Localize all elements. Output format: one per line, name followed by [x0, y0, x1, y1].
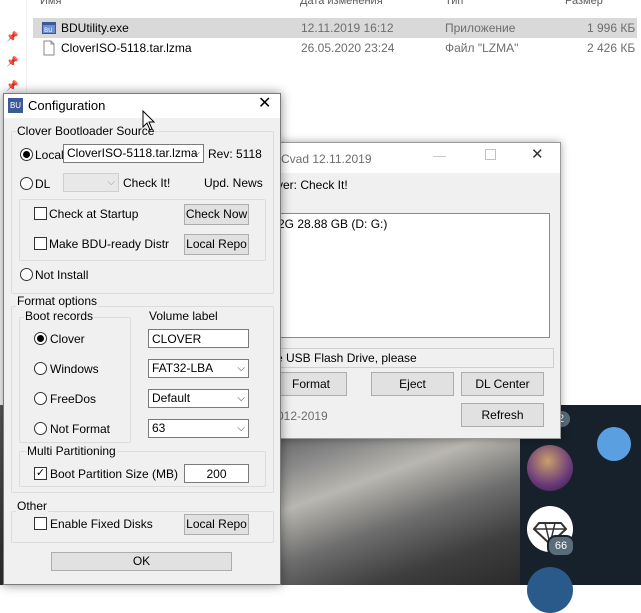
- local-label: Local: [35, 148, 64, 162]
- local-repo-button-2[interactable]: Local Repo: [184, 514, 249, 535]
- boot-freedos-radio[interactable]: [34, 392, 47, 405]
- alignment-value: Default: [152, 391, 191, 405]
- file-row[interactable]: BU BDUtility.exe 12.11.2019 16:12 Прилож…: [33, 18, 637, 38]
- app-icon: BU: [8, 98, 23, 113]
- close-icon[interactable]: ✕: [258, 96, 271, 112]
- column-header-type[interactable]: Тип: [445, 0, 463, 8]
- configuration-dialog: BU Configuration ✕ Clover Bootloader Sou…: [3, 93, 281, 585]
- pin-icon: 📌: [6, 81, 19, 92]
- file-type: Приложение: [445, 21, 516, 35]
- dl-radio[interactable]: [20, 177, 33, 190]
- file-date: 12.11.2019 16:12: [301, 21, 394, 35]
- status-hint: e USB Flash Drive, please: [276, 351, 417, 365]
- pin-icon: 📌: [6, 57, 19, 68]
- eject-button[interactable]: Eject: [371, 372, 454, 396]
- check-it-link[interactable]: Check It!: [123, 176, 170, 190]
- check-now-button[interactable]: Check Now: [184, 204, 249, 225]
- format-button[interactable]: Format: [275, 372, 347, 396]
- dl-center-button[interactable]: DL Center: [461, 372, 544, 396]
- refresh-button[interactable]: Refresh: [461, 403, 544, 427]
- mouse-cursor-icon: [142, 110, 156, 131]
- column-header-name[interactable]: Имя: [40, 0, 61, 8]
- make-bdu-label: Make BDU-ready Distr: [49, 237, 170, 251]
- boot-records-label: Boot records: [24, 309, 95, 323]
- drive-list-item[interactable]: 2G 28.88 GB (D: G:): [278, 217, 387, 231]
- not-install-label: Not Install: [35, 268, 89, 282]
- multi-partitioning-label: Multi Partitioning: [26, 444, 117, 458]
- file-row[interactable]: CloverISO-5118.tar.lzma 26.05.2020 23:24…: [33, 38, 637, 58]
- file-date: 26.05.2020 23:24: [301, 41, 395, 55]
- copyright-text: 012-2019: [277, 409, 328, 423]
- filesystem-select[interactable]: FAT32-LBA ⌵: [148, 359, 249, 378]
- filesystem-value: FAT32-LBA: [152, 361, 214, 375]
- heads-select[interactable]: 63 ⌵: [148, 419, 249, 438]
- boot-windows-label: Windows: [50, 362, 99, 376]
- dl-label: DL: [35, 177, 51, 191]
- ok-button[interactable]: OK: [51, 552, 232, 571]
- status-bar: e USB Flash Drive, please: [275, 348, 554, 368]
- local-repo-button[interactable]: Local Repo: [184, 234, 249, 255]
- bdutility-main-window: Cvad 12.11.2019 — ✕ ver: Check It! 2G 28…: [275, 142, 561, 439]
- boot-partition-checkbox[interactable]: ✓: [34, 467, 47, 480]
- format-options-label: Format options: [16, 294, 99, 308]
- close-icon[interactable]: ✕: [531, 147, 544, 162]
- window-titlebar: Cvad 12.11.2019 — ✕: [277, 143, 560, 173]
- chevron-down-icon: ⌵: [192, 148, 200, 159]
- boot-partition-size-input[interactable]: 200: [184, 464, 249, 483]
- boot-clover-radio[interactable]: [34, 332, 47, 345]
- version-status: ver: Check It!: [277, 178, 348, 192]
- window-title: Cvad 12.11.2019: [281, 152, 372, 166]
- volume-label-caption: Volume label: [149, 309, 218, 323]
- enable-fixed-disks-label: Enable Fixed Disks: [50, 517, 153, 531]
- heads-value: 63: [152, 421, 166, 435]
- check-at-startup-checkbox[interactable]: [34, 207, 47, 220]
- dl-version-select[interactable]: ⌵: [63, 173, 119, 192]
- check-at-startup-label: Check at Startup: [49, 207, 139, 221]
- boot-not-format-radio[interactable]: [34, 422, 47, 435]
- alignment-select[interactable]: Default ⌵: [148, 389, 249, 408]
- chat-avatar[interactable]: [527, 567, 573, 613]
- boot-not-format-label: Not Format: [50, 422, 111, 436]
- boot-freedos-label: FreeDos: [50, 392, 97, 406]
- column-header-size[interactable]: Размер: [565, 0, 603, 8]
- svg-text:BU: BU: [44, 27, 53, 34]
- source-group-label: Clover Bootloader Source: [16, 124, 156, 138]
- boot-partition-label: Boot Partition Size (MB): [50, 467, 179, 481]
- file-name: BDUtility.exe: [61, 21, 129, 35]
- local-file-select[interactable]: CloverISO-5118.tar.lzma ⌵: [63, 144, 204, 163]
- chevron-down-icon: ⌵: [237, 363, 245, 374]
- profile-avatar[interactable]: [597, 427, 631, 461]
- column-header-date[interactable]: Дата изменения: [300, 0, 383, 8]
- local-file-value: CloverISO-5118.tar.lzma: [67, 146, 198, 160]
- upd-news-link[interactable]: Upd. News: [204, 176, 263, 190]
- document-file-icon: [43, 40, 55, 56]
- chevron-down-icon: ⌵: [107, 177, 115, 188]
- drive-list[interactable]: 2G 28.88 GB (D: G:): [275, 213, 550, 338]
- chevron-down-icon: ⌵: [237, 423, 245, 434]
- other-group-label: Other: [16, 499, 49, 513]
- file-name: CloverISO-5118.tar.lzma: [61, 41, 192, 55]
- maximize-icon[interactable]: [485, 149, 496, 160]
- minimize-icon[interactable]: —: [433, 149, 446, 163]
- pin-icon: 📌: [6, 32, 19, 43]
- chat-avatar[interactable]: [527, 445, 573, 491]
- exe-file-icon: BU: [42, 22, 56, 34]
- revision-label: Rev: 5118: [208, 147, 262, 161]
- enable-fixed-disks-checkbox[interactable]: [34, 517, 47, 530]
- unread-badge: 66: [547, 535, 575, 557]
- boot-clover-label: Clover: [50, 332, 85, 346]
- dialog-title: Configuration: [28, 98, 106, 113]
- local-radio[interactable]: [20, 148, 33, 161]
- file-type: Файл "LZMA": [445, 41, 519, 55]
- file-size: 1 996 КБ: [587, 21, 636, 35]
- boot-windows-radio[interactable]: [34, 362, 47, 375]
- chevron-down-icon: ⌵: [237, 393, 245, 404]
- make-bdu-checkbox[interactable]: [34, 237, 47, 250]
- file-size: 2 426 КБ: [587, 41, 636, 55]
- not-install-radio[interactable]: [20, 268, 33, 281]
- volume-label-input[interactable]: CLOVER: [148, 329, 249, 348]
